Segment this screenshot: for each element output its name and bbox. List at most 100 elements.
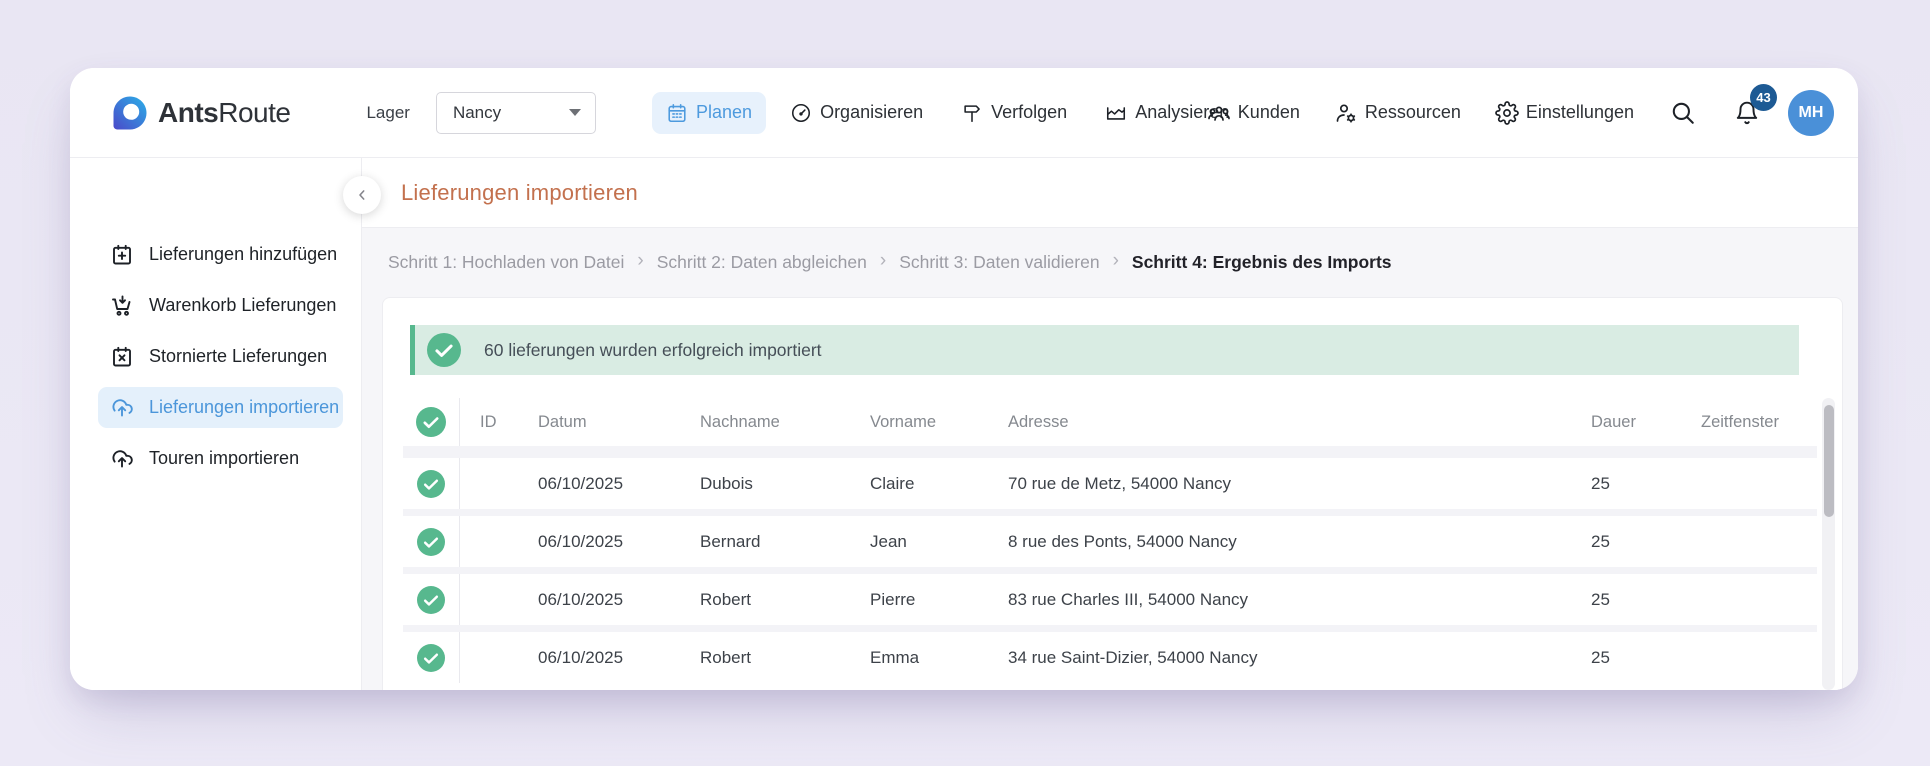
antsroute-logo-icon: [112, 95, 148, 131]
brand-logo[interactable]: AntsRoute: [112, 95, 290, 131]
cell-vorname: Pierre: [850, 590, 988, 610]
nav-item-einstellungen[interactable]: Einstellungen: [1493, 93, 1636, 133]
sidebar-item-label: Lieferungen hinzufügen: [149, 244, 337, 265]
nav-item-ressourcen[interactable]: Ressourcen: [1332, 93, 1463, 133]
scrollbar-thumb[interactable]: [1824, 405, 1834, 517]
cell-nachname: Robert: [680, 590, 850, 610]
nav-label: Einstellungen: [1526, 102, 1634, 123]
gauge-icon: [790, 102, 812, 124]
success-banner: 60 lieferungen wurden erfolgreich import…: [410, 325, 1799, 375]
sidebar-item-label: Lieferungen importieren: [149, 397, 339, 418]
nav-label: Organisieren: [820, 102, 923, 123]
page-title: Lieferungen importieren: [401, 180, 638, 206]
step-4-current: Schritt 4: Ergebnis des Imports: [1132, 252, 1392, 273]
check-circle-icon: [427, 333, 461, 367]
cell-adresse: 34 rue Saint-Dizier, 54000 Nancy: [988, 648, 1571, 668]
column-header-nachname: Nachname: [680, 413, 850, 432]
cell-dauer: 25: [1571, 648, 1681, 668]
user-avatar[interactable]: MH: [1788, 90, 1834, 136]
signpost-icon: [961, 102, 983, 124]
wizard-steps: Schritt 1: Hochladen von Datei › Schritt…: [362, 228, 1858, 273]
nav-label: Verfolgen: [991, 102, 1067, 123]
cell-nachname: Bernard: [680, 532, 850, 552]
sidebar-item-lieferungen-importieren[interactable]: Lieferungen importieren: [98, 387, 343, 428]
sidebar-item-touren-importieren[interactable]: Touren importieren: [98, 438, 343, 479]
sidebar-item-label: Touren importieren: [149, 448, 299, 469]
page-header: Lieferungen importieren: [362, 158, 1858, 228]
success-banner-text: 60 lieferungen wurden erfolgreich import…: [484, 340, 822, 361]
table-row: 06/10/2025 Bernard Jean 8 rue des Ponts,…: [403, 516, 1817, 567]
cell-adresse: 70 rue de Metz, 54000 Nancy: [988, 474, 1571, 494]
main-area: Lieferungen importieren Schritt 1: Hochl…: [362, 158, 1858, 690]
import-result-table: ID Datum Nachname Vorname Adresse Dauer …: [403, 398, 1817, 683]
chart-icon: [1105, 102, 1127, 124]
notifications-button[interactable]: 43: [1730, 96, 1764, 130]
cell-adresse: 8 rue des Ponts, 54000 Nancy: [988, 532, 1571, 552]
people-icon: [1207, 101, 1231, 125]
cell-datum: 06/10/2025: [518, 590, 680, 610]
step-2[interactable]: Schritt 2: Daten abgleichen: [657, 252, 867, 273]
table-row: 06/10/2025 Robert Emma 34 rue Saint-Dizi…: [403, 632, 1817, 683]
cell-datum: 06/10/2025: [518, 532, 680, 552]
primary-nav: Planen Organisieren Verfolgen Analysiere…: [652, 68, 1243, 157]
cloud-upload-icon: [110, 396, 134, 420]
column-header-adresse: Adresse: [988, 413, 1571, 432]
step-3[interactable]: Schritt 3: Daten validieren: [899, 252, 1099, 273]
column-header-vorname: Vorname: [850, 413, 988, 432]
calendar-x-icon: [110, 345, 134, 369]
sidebar-item-warenkorb-lieferungen[interactable]: Warenkorb Lieferungen: [98, 285, 343, 326]
notification-badge: 43: [1750, 84, 1777, 111]
import-result-panel: 60 lieferungen wurden erfolgreich import…: [382, 297, 1843, 690]
step-1[interactable]: Schritt 1: Hochladen von Datei: [388, 252, 624, 273]
warehouse-label: Lager: [366, 103, 409, 123]
gear-icon: [1495, 101, 1519, 125]
check-circle-icon: [403, 516, 460, 567]
chevron-right-icon: ›: [637, 250, 643, 272]
sidebar-collapse-button[interactable]: [343, 176, 381, 214]
warehouse-select[interactable]: Nancy: [436, 92, 596, 134]
top-navbar: AntsRoute Lager Nancy Planen Organisiere…: [70, 68, 1858, 158]
sidebar: Lieferungen hinzufügen Warenkorb Lieferu…: [70, 158, 362, 690]
sidebar-item-lieferungen-hinzufuegen[interactable]: Lieferungen hinzufügen: [98, 234, 343, 275]
brand-name: AntsRoute: [158, 97, 290, 129]
app-window: AntsRoute Lager Nancy Planen Organisiere…: [70, 68, 1858, 690]
warehouse-selected-value: Nancy: [453, 103, 501, 123]
person-gear-icon: [1334, 101, 1358, 125]
check-circle-icon: [403, 632, 460, 683]
cell-datum: 06/10/2025: [518, 474, 680, 494]
nav-item-kunden[interactable]: Kunden: [1205, 93, 1302, 133]
cell-dauer: 25: [1571, 474, 1681, 494]
check-circle-icon: [403, 458, 460, 509]
column-header-dauer: Dauer: [1571, 413, 1681, 432]
nav-item-organisieren[interactable]: Organisieren: [776, 92, 937, 134]
column-header-id: ID: [460, 413, 518, 432]
cell-dauer: 25: [1571, 532, 1681, 552]
column-header-datum: Datum: [518, 413, 680, 432]
nav-item-verfolgen[interactable]: Verfolgen: [947, 92, 1081, 134]
cart-icon: [110, 294, 134, 318]
sidebar-item-stornierte-lieferungen[interactable]: Stornierte Lieferungen: [98, 336, 343, 377]
table-row: 06/10/2025 Robert Pierre 83 rue Charles …: [403, 574, 1817, 625]
nav-label: Kunden: [1238, 102, 1300, 123]
nav-label: Ressourcen: [1365, 102, 1461, 123]
table-header-row: ID Datum Nachname Vorname Adresse Dauer …: [403, 398, 1817, 446]
calendar-icon: [666, 102, 688, 124]
cell-vorname: Emma: [850, 648, 988, 668]
cell-vorname: Jean: [850, 532, 988, 552]
chevron-down-icon: [569, 109, 581, 116]
secondary-nav: Kunden Ressourcen Einstellungen: [1205, 68, 1834, 157]
cell-nachname: Dubois: [680, 474, 850, 494]
table-scrollbar[interactable]: [1822, 398, 1835, 690]
cell-adresse: 83 rue Charles III, 54000 Nancy: [988, 590, 1571, 610]
search-icon[interactable]: [1666, 96, 1700, 130]
table-row: 06/10/2025 Dubois Claire 70 rue de Metz,…: [403, 458, 1817, 509]
sidebar-item-label: Stornierte Lieferungen: [149, 346, 327, 367]
chevron-left-icon: [354, 187, 370, 203]
calendar-plus-icon: [110, 243, 134, 267]
sidebar-item-label: Warenkorb Lieferungen: [149, 295, 336, 316]
check-circle-icon: [403, 574, 460, 625]
cell-vorname: Claire: [850, 474, 988, 494]
cell-nachname: Robert: [680, 648, 850, 668]
nav-item-planen[interactable]: Planen: [652, 92, 766, 134]
cloud-upload-icon: [110, 447, 134, 471]
